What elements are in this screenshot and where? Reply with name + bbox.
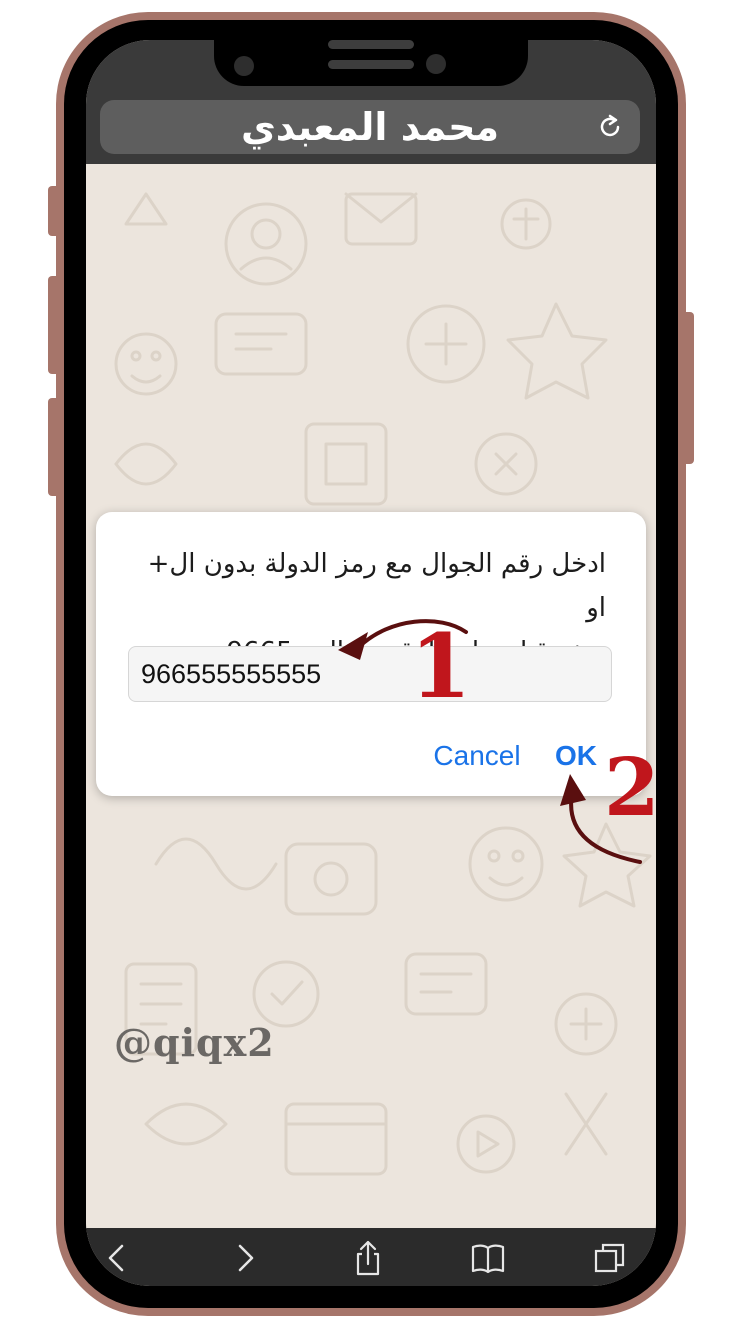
bookmarks-icon[interactable] [470, 1240, 506, 1276]
volume-down-button [48, 398, 60, 496]
prompt-dialog: ادخل رقم الجوال مع رمز الدولة بدون ال+ ا… [96, 512, 646, 796]
page-title: محمد المعبدي [240, 105, 500, 149]
front-camera [426, 54, 446, 74]
camera-notch [214, 40, 528, 86]
reload-icon[interactable] [598, 114, 624, 140]
forward-icon[interactable] [226, 1240, 262, 1276]
power-button [682, 312, 694, 464]
silent-switch [48, 186, 60, 236]
ok-button[interactable]: OK [548, 734, 604, 778]
speaker-grille [328, 40, 414, 49]
speaker-grille [328, 60, 414, 69]
sensor-dot [234, 56, 254, 76]
volume-up-button [48, 276, 60, 374]
cancel-button[interactable]: Cancel [420, 734, 534, 778]
browser-bottom-toolbar [86, 1228, 656, 1286]
watermark: @qiqx2 [114, 1020, 275, 1065]
browser-top-bar: محمد المعبدي [86, 40, 656, 164]
back-icon[interactable] [100, 1240, 136, 1276]
phone-number-input[interactable] [128, 646, 612, 702]
address-bar[interactable]: محمد المعبدي [100, 100, 640, 154]
share-icon[interactable] [350, 1240, 386, 1276]
tabs-icon[interactable] [592, 1240, 628, 1276]
dialog-message-line1: ادخل رقم الجوال مع رمز الدولة بدون ال+ ا… [147, 549, 606, 623]
